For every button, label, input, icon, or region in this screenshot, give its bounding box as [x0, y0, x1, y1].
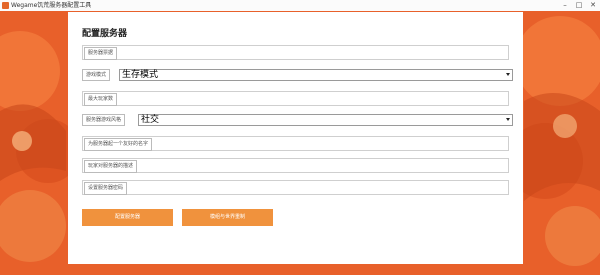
server-name-field[interactable]: 服务器票据 — [82, 45, 509, 60]
page-title: 配置服务器 — [82, 29, 128, 39]
game-mode-label: 游戏模式 — [82, 69, 111, 81]
close-button[interactable]: ✕ — [586, 0, 600, 11]
play-style-row: 服务器游戏风格 社交 — [82, 113, 513, 128]
play-style-select[interactable]: 社交 — [138, 114, 513, 126]
chevron-down-icon — [506, 118, 510, 121]
description-field[interactable]: 玩家对服务器的描述 — [82, 158, 509, 173]
friendly-name-field[interactable]: 为服务器起一个友好的名字 — [82, 136, 509, 151]
friendly-name-label: 为服务器起一个友好的名字 — [84, 138, 153, 151]
password-field[interactable]: 设置服务器密码 — [82, 180, 509, 195]
window-title: Wegame饥荒服务器配置工具 — [11, 2, 92, 9]
password-label: 设置服务器密码 — [84, 182, 128, 195]
game-mode-value: 生存模式 — [122, 70, 159, 80]
chevron-down-icon — [506, 73, 510, 76]
server-name-label: 服务器票据 — [84, 47, 118, 60]
config-panel: 配置服务器 服务器票据 游戏模式 生存模式 最大玩家数 服务器游戏风格 社交 为… — [68, 12, 523, 264]
app-icon — [2, 2, 9, 9]
play-style-value: 社交 — [141, 115, 160, 125]
description-label: 玩家对服务器的描述 — [84, 160, 138, 173]
game-mode-row: 游戏模式 生存模式 — [82, 68, 513, 83]
minimize-button[interactable]: – — [558, 0, 572, 11]
game-mode-select[interactable]: 生存模式 — [119, 69, 513, 81]
window-controls: – □ ✕ — [558, 0, 600, 11]
play-style-label: 服务器游戏风格 — [82, 114, 126, 126]
max-players-label: 最大玩家数 — [84, 93, 118, 106]
maximize-button[interactable]: □ — [572, 0, 586, 11]
configure-server-button[interactable]: 配置服务器 — [82, 209, 173, 226]
max-players-field[interactable]: 最大玩家数 — [82, 91, 509, 106]
world-settings-button[interactable]: 模组与世界重制 — [182, 209, 273, 226]
